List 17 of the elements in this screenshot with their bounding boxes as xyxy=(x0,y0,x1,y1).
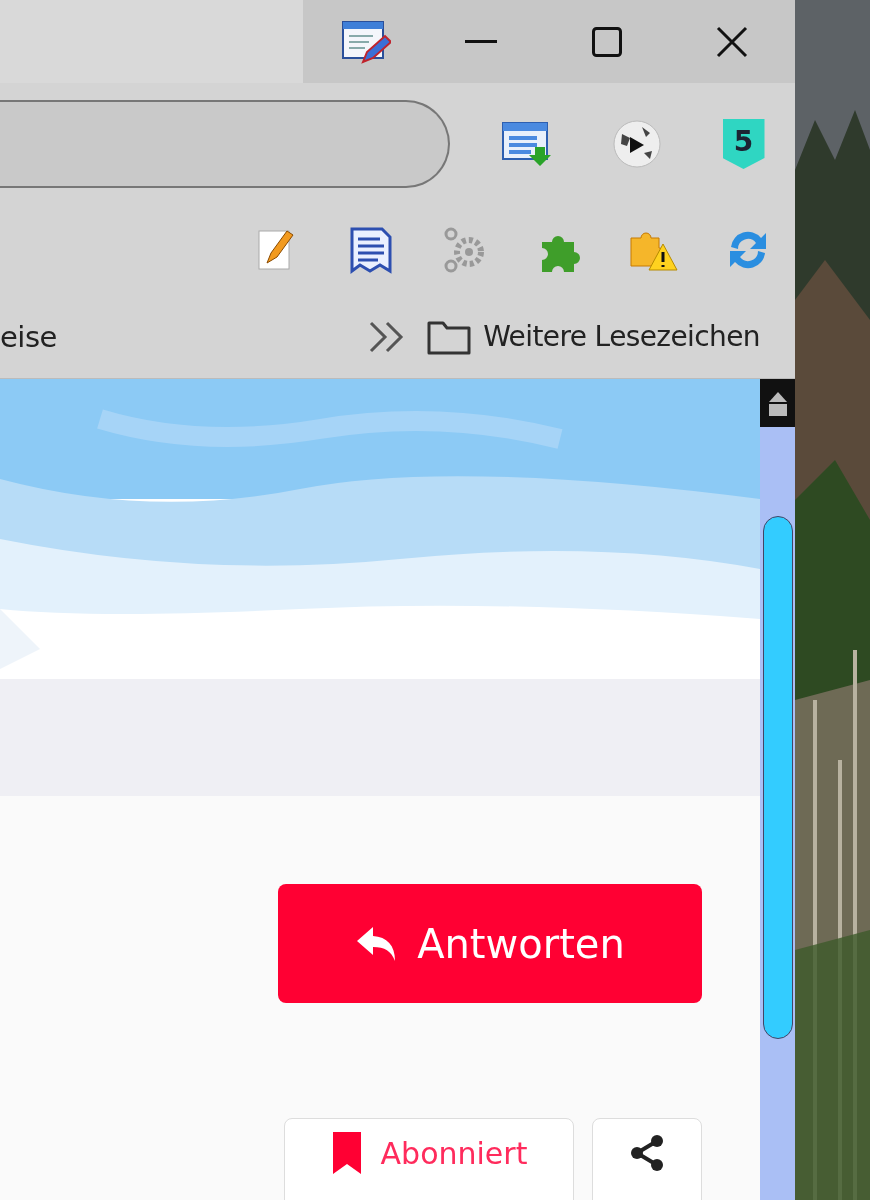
subscribe-button[interactable]: Abonniert xyxy=(284,1118,574,1200)
reply-button[interactable]: Antworten xyxy=(278,884,702,1003)
close-icon xyxy=(716,25,749,58)
bookmarks-folder[interactable]: Weitere Lesezeichen xyxy=(427,318,760,355)
minimize-icon xyxy=(465,39,498,44)
shield-badge[interactable]: 5 xyxy=(722,119,765,169)
share-button[interactable] xyxy=(592,1118,702,1200)
download-list-icon[interactable] xyxy=(500,121,551,167)
document-icon[interactable] xyxy=(349,226,394,274)
address-field[interactable] xyxy=(0,100,450,188)
maximize-icon xyxy=(591,26,622,57)
scrollbar-thumb[interactable] xyxy=(762,516,793,1039)
share-icon xyxy=(628,1134,666,1172)
globe-play-icon[interactable] xyxy=(611,119,662,169)
bookmark-icon xyxy=(330,1132,363,1174)
scroll-up-button[interactable] xyxy=(760,379,795,427)
bookmark-label[interactable]: eise xyxy=(0,319,57,354)
